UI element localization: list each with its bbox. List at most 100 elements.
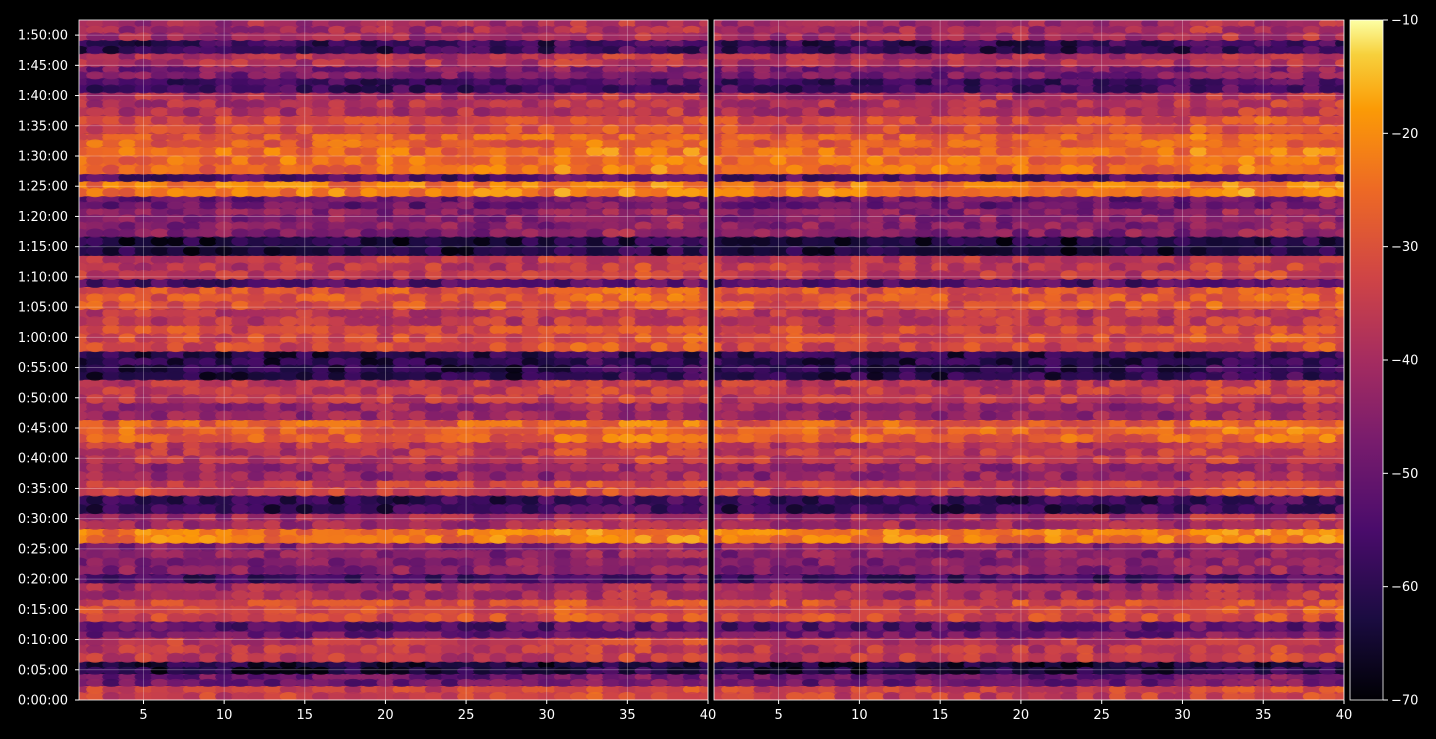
heatmap-cell [279,333,298,344]
heatmap-cell [118,504,137,515]
heatmap-cell [440,678,459,687]
heatmap-cell [279,495,298,506]
heatmap-cell [521,394,540,404]
heatmap-cell [634,342,653,353]
heatmap-cell [995,652,1014,663]
heatmap-cell [182,333,201,344]
heatmap-cell [231,32,250,42]
heatmap-cell [898,573,917,584]
heatmap-cell [1028,504,1047,515]
heatmap-cell [392,504,411,515]
heatmap-cell [915,504,933,515]
heatmap-cell [553,333,572,344]
heatmap-cell [634,590,653,601]
heatmap-cell [1044,520,1063,530]
heatmap-cell [408,410,427,421]
heatmap-cell [360,32,379,42]
heatmap-cell [424,106,443,117]
heatmap-cell [521,534,540,544]
heatmap-cell [666,630,685,639]
heatmap-cell [344,164,363,175]
heatmap-cell [721,666,740,675]
heatmap-cell [263,520,282,530]
heatmap-cell [1044,652,1063,663]
heatmap-cell [118,71,137,80]
heatmap-cell [311,471,330,482]
heatmap-cell [586,228,605,238]
heatmap-cell [328,201,347,210]
heatmap-cell [963,678,982,687]
heatmap-cell [86,504,105,515]
heatmap-cell [102,495,121,506]
heatmap-cell [753,495,772,506]
heatmap-cell [392,520,411,530]
heatmap-cell [150,270,169,280]
heatmap-cell [392,164,411,175]
heatmap-cell [882,666,901,675]
heatmap-cell [1125,471,1143,482]
heatmap-cell [1125,495,1143,506]
heatmap-cell [834,666,853,675]
heatmap-cell [569,245,588,256]
heatmap-cell [279,32,298,42]
heatmap-cell [199,666,218,675]
heatmap-cell [263,106,282,117]
heatmap-cell [586,187,605,198]
heatmap-cell [489,573,508,584]
heatmap-cell [360,342,379,353]
heatmap-cell [86,573,105,584]
heatmap-cell [182,495,201,506]
heatmap-cell [392,58,411,68]
heatmap-cell [279,270,298,280]
heatmap-cell [408,139,427,148]
heatmap-cell [818,565,837,576]
heatmap-cell [86,613,105,623]
heatmap-cell [424,371,443,381]
heatmap-cell [947,613,966,623]
heatmap-cell [102,471,121,482]
heatmap-cell [1076,573,1095,584]
heatmap-cell [360,520,379,530]
heatmap-cell [150,666,169,675]
heatmap-cell [102,155,121,166]
heatmap-cell [1318,630,1337,639]
heatmap-cell [521,504,540,515]
heatmap-cell [118,45,137,55]
heatmap-cell [150,201,169,210]
heatmap-cell [360,187,379,198]
heatmap-cell [586,613,605,623]
heatmap-cell [279,342,298,353]
heatmap-cell [1205,678,1224,687]
heatmap-cell [753,652,772,663]
heatmap-cell [569,106,588,117]
heatmap-cell [182,565,201,576]
heatmap-cell [150,58,169,68]
heatmap-cell [247,630,266,639]
heatmap-cell [650,245,669,256]
heatmap-cell [666,333,685,344]
heatmap-cell [634,613,653,623]
heatmap-cell [602,270,621,280]
heatmap-cell [118,590,137,601]
heatmap-cell [1157,520,1176,530]
heatmap-cell [898,666,917,675]
heatmap-cell [586,495,605,506]
heatmap-cell [199,678,218,687]
heatmap-cell [247,139,266,148]
heatmap-cell [602,84,621,94]
heatmap-cell [473,410,492,421]
heatmap-cell [682,333,701,344]
heatmap-cell [231,573,250,584]
heatmap-cell [505,495,524,506]
heatmap-cell [947,534,966,544]
heatmap-cell [473,534,492,544]
heatmap-cell [1141,590,1160,601]
heatmap-cell [1270,630,1289,639]
heatmap-cell [182,45,201,55]
heatmap-cell [666,573,685,584]
heatmap-cell [586,146,605,157]
heatmap-cell [785,590,804,601]
heatmap-cell [344,504,363,515]
heatmap-cell [392,333,411,344]
heatmap-cell [247,245,266,256]
